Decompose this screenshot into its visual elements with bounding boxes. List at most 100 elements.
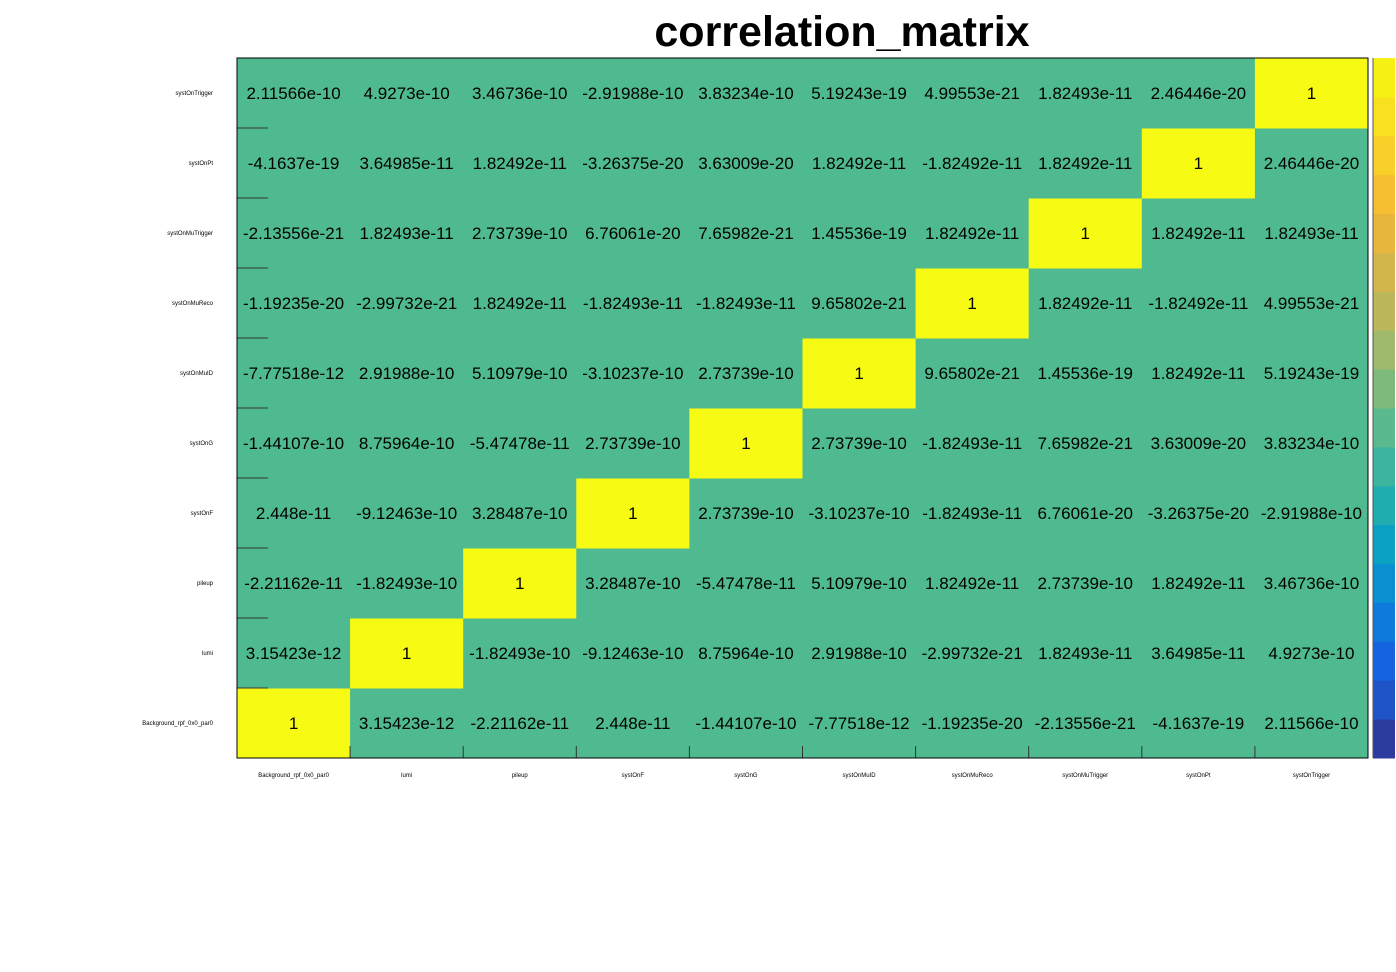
cell-value-1-4: 8.75964e-10 xyxy=(698,644,793,663)
palette-swatch-6 xyxy=(1373,485,1395,526)
cell-value-6-4: -1.82493e-11 xyxy=(696,294,796,313)
cell-value-0-4: -1.44107e-10 xyxy=(695,714,796,733)
cell-value-9-0: 2.11566e-10 xyxy=(246,84,340,103)
cell-value-5-7: 1.45536e-19 xyxy=(1038,364,1133,383)
cell-value-1-5: 2.91988e-10 xyxy=(811,644,906,663)
x-label-8: systOnPt xyxy=(1186,773,1211,779)
cell-value-0-1: 3.15423e-12 xyxy=(359,714,454,733)
palette-swatch-4 xyxy=(1373,563,1395,603)
cell-value-1-2: -1.82493e-10 xyxy=(469,644,570,663)
cell-value-9-9: 1 xyxy=(1307,84,1316,103)
palette-swatch-7 xyxy=(1373,446,1395,487)
cell-value-3-3: 1 xyxy=(628,504,637,523)
cell-value-5-4: 2.73739e-10 xyxy=(698,364,793,383)
cell-value-7-9: 1.82493e-11 xyxy=(1264,224,1358,243)
cell-value-2-3: 3.28487e-10 xyxy=(585,574,680,593)
cell-value-3-7: 6.76061e-20 xyxy=(1038,504,1133,523)
palette-swatch-0 xyxy=(1373,719,1395,759)
cell-value-8-9: 2.46446e-20 xyxy=(1264,154,1359,173)
cell-value-8-7: 1.82492e-11 xyxy=(1038,154,1132,173)
cell-value-9-7: 1.82493e-11 xyxy=(1038,84,1132,103)
cell-value-6-9: 4.99553e-21 xyxy=(1264,294,1359,313)
palette-swatch-12 xyxy=(1373,252,1395,292)
cell-value-4-3: 2.73739e-10 xyxy=(585,434,680,453)
cell-value-7-7: 1 xyxy=(1081,224,1090,243)
cell-value-8-4: 3.63009e-20 xyxy=(698,154,793,173)
cell-value-5-0: -7.77518e-12 xyxy=(243,364,344,383)
x-label-9: systOnTrigger xyxy=(1293,773,1330,779)
cell-value-1-3: -9.12463e-10 xyxy=(582,644,683,663)
x-label-4: systOnG xyxy=(734,773,758,779)
y-label-7: systOnMuTrigger xyxy=(167,231,213,237)
cell-value-0-0: 1 xyxy=(289,714,298,733)
x-label-5: systOnMuID xyxy=(843,773,877,779)
cell-value-4-2: -5.47478e-11 xyxy=(470,434,570,453)
cell-value-3-8: -3.26375e-20 xyxy=(1148,504,1249,523)
cell-value-5-3: -3.10237e-10 xyxy=(582,364,683,383)
y-label-6: systOnMuReco xyxy=(172,301,214,307)
cell-value-7-4: 7.65982e-21 xyxy=(698,224,793,243)
cell-value-2-2: 1 xyxy=(515,574,524,593)
x-label-7: systOnMuTrigger xyxy=(1062,773,1108,779)
cell-value-2-7: 2.73739e-10 xyxy=(1038,574,1133,593)
cell-value-8-3: -3.26375e-20 xyxy=(582,154,683,173)
cell-value-2-6: 1.82492e-11 xyxy=(925,574,1019,593)
palette-swatch-16 xyxy=(1373,96,1395,137)
palette-swatch-9 xyxy=(1373,369,1395,409)
cell-value-3-4: 2.73739e-10 xyxy=(698,504,793,523)
cell-value-5-5: 1 xyxy=(854,364,863,383)
cell-value-0-6: -1.19235e-20 xyxy=(922,714,1023,733)
x-label-0: Background_rpf_0x0_par0 xyxy=(258,773,329,779)
cell-value-5-8: 1.82492e-11 xyxy=(1151,364,1245,383)
cell-value-3-9: -2.91988e-10 xyxy=(1261,504,1362,523)
x-label-1: lumi xyxy=(401,773,412,779)
cell-value-6-1: -2.99732e-21 xyxy=(356,294,457,313)
cell-value-7-8: 1.82492e-11 xyxy=(1151,224,1245,243)
cell-value-6-2: 1.82492e-11 xyxy=(473,294,567,313)
cell-value-7-5: 1.45536e-19 xyxy=(811,224,906,243)
palette-swatch-11 xyxy=(1373,291,1395,331)
cell-value-3-1: -9.12463e-10 xyxy=(356,504,457,523)
cell-value-5-6: 9.65802e-21 xyxy=(924,364,1019,383)
palette-swatch-13 xyxy=(1373,213,1395,253)
cell-value-7-1: 1.82493e-11 xyxy=(360,224,454,243)
cell-value-9-1: 4.9273e-10 xyxy=(364,84,450,103)
palette-swatch-3 xyxy=(1373,602,1395,642)
cell-value-2-9: 3.46736e-10 xyxy=(1264,574,1359,593)
cell-value-8-8: 1 xyxy=(1194,154,1203,173)
cell-value-1-0: 3.15423e-12 xyxy=(246,644,341,663)
cell-value-1-8: 3.64985e-11 xyxy=(1151,644,1245,663)
cell-value-1-1: 1 xyxy=(402,644,411,663)
cell-value-8-5: 1.82492e-11 xyxy=(812,154,906,173)
palette-swatch-17 xyxy=(1373,58,1395,98)
cell-value-8-1: 3.64985e-11 xyxy=(360,154,454,173)
cell-value-5-9: 5.19243e-19 xyxy=(1264,364,1359,383)
y-axis-labels: Background_rpf_0x0_par0 lumi pileup systOnF… xyxy=(142,91,213,727)
cell-value-1-9: 4.9273e-10 xyxy=(1268,644,1354,663)
y-label-1: lumi xyxy=(202,651,213,657)
cell-value-5-1: 2.91988e-10 xyxy=(359,364,454,383)
y-label-0: Background_rpf_0x0_par0 xyxy=(142,721,213,727)
x-axis-labels: Background_rpf_0x0_par0 lumi pileup systOnF… xyxy=(258,773,1330,779)
cell-value-0-3: 2.448e-11 xyxy=(595,714,670,733)
cell-value-1-6: -2.99732e-21 xyxy=(922,644,1023,663)
cell-value-6-7: 1.82492e-11 xyxy=(1038,294,1132,313)
color-palette-bar xyxy=(1372,58,1395,759)
cell-value-2-8: 1.82492e-11 xyxy=(1151,574,1245,593)
cell-value-0-5: -7.77518e-12 xyxy=(808,714,909,733)
cell-value-0-9: 2.11566e-10 xyxy=(1264,714,1358,733)
cell-value-3-2: 3.28487e-10 xyxy=(472,504,567,523)
y-label-4: systOnG xyxy=(190,441,214,447)
cell-value-3-5: -3.10237e-10 xyxy=(808,504,909,523)
cell-value-2-5: 5.10979e-10 xyxy=(811,574,906,593)
cell-value-4-4: 1 xyxy=(741,434,750,453)
cell-value-6-0: -1.19235e-20 xyxy=(243,294,344,313)
cell-value-0-7: -2.13556e-21 xyxy=(1035,714,1136,733)
cell-value-4-8: 3.63009e-20 xyxy=(1151,434,1246,453)
cell-value-9-4: 3.83234e-10 xyxy=(698,84,793,103)
palette-swatch-1 xyxy=(1373,680,1395,720)
cell-value-7-0: -2.13556e-21 xyxy=(243,224,344,243)
cell-value-4-5: 2.73739e-10 xyxy=(811,434,906,453)
cell-value-7-6: 1.82492e-11 xyxy=(925,224,1019,243)
cell-value-4-9: 3.83234e-10 xyxy=(1264,434,1359,453)
